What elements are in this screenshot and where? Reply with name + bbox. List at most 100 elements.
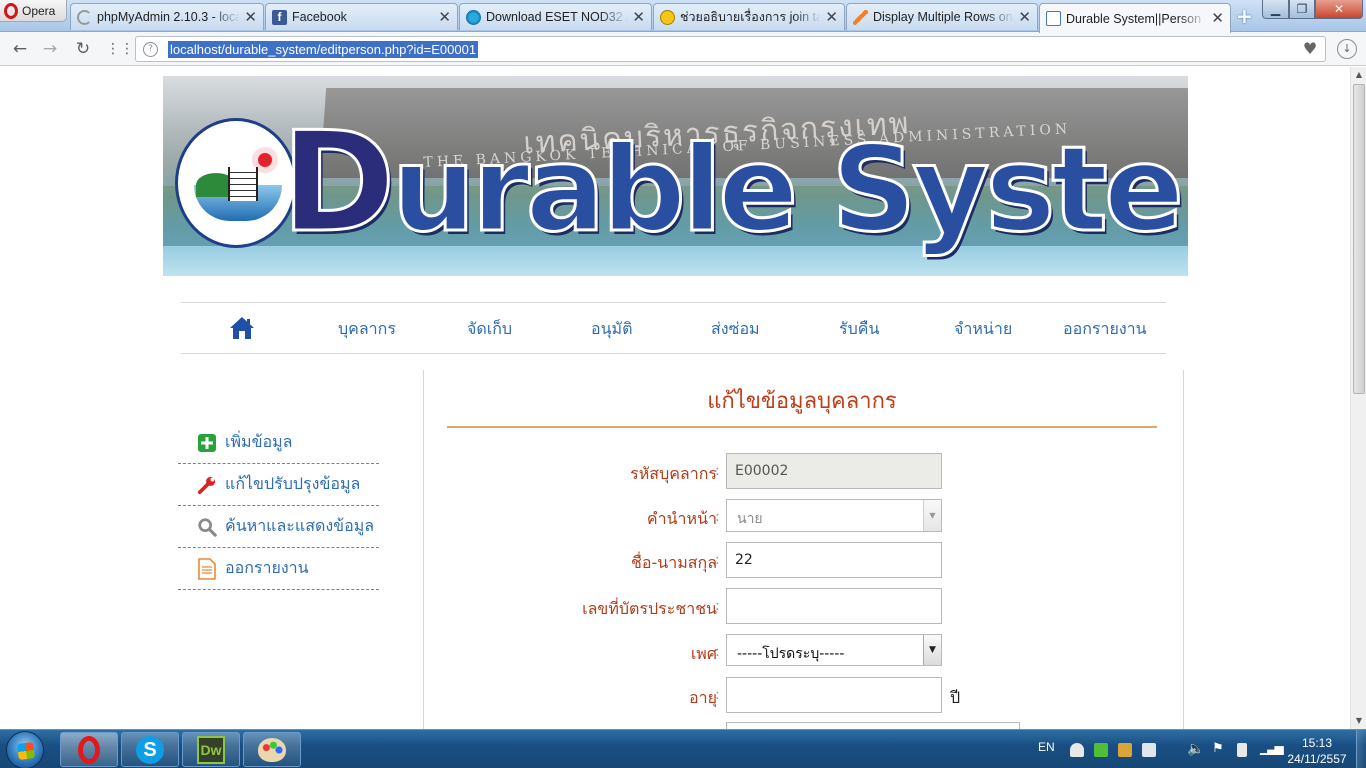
sidebar-item-report[interactable]: ออกรายงาน xyxy=(178,548,379,590)
window-close-icon[interactable]: ✕ xyxy=(1315,0,1363,19)
tray-device-icon[interactable] xyxy=(1142,743,1156,757)
sidebar-item-search[interactable]: ค้นหาและแสดงข้อมูล xyxy=(178,506,379,548)
next-field-partial[interactable] xyxy=(726,722,1020,729)
sidebar-item-add[interactable]: เพิ่มข้อมูล xyxy=(178,422,379,464)
age-input[interactable] xyxy=(726,677,942,713)
tab-phpmyadmin[interactable]: phpMyAdmin 2.10.3 - localhost ✕ xyxy=(70,3,264,30)
paint-icon xyxy=(258,737,286,762)
sidebar-item-label: ออกรายงาน xyxy=(225,558,309,577)
facebook-icon: f xyxy=(272,9,287,25)
id-card-input[interactable] xyxy=(726,588,942,624)
eset-icon xyxy=(466,9,481,25)
close-icon[interactable]: ✕ xyxy=(438,10,451,25)
menu-item-approve[interactable]: อนุมัติ xyxy=(591,317,632,342)
address-bar[interactable]: ? localhost/durable_system/editperson.ph… xyxy=(135,36,1326,62)
taskbar-opera[interactable] xyxy=(60,732,118,767)
tab-durable-system[interactable]: Durable System||Person ✕ xyxy=(1039,3,1231,33)
browser-toolbar: ← → ↻ ⋮⋮ ? localhost/durable_system/edit… xyxy=(0,32,1366,66)
menu-item-report[interactable]: ออกรายงาน xyxy=(1063,317,1147,342)
new-tab-plus-icon[interactable]: + xyxy=(1236,6,1253,26)
banner-title-rest: urable System xyxy=(390,120,1188,258)
gender-select-value: -----โปรดระบุ----- xyxy=(737,646,845,662)
dreamweaver-icon: Dw xyxy=(197,735,225,764)
speed-dial-grid-icon[interactable]: ⋮⋮ xyxy=(106,39,134,59)
close-icon[interactable]: ✕ xyxy=(825,10,838,25)
age-unit: ปี xyxy=(950,688,961,707)
tray-security-icon[interactable] xyxy=(1094,743,1108,757)
taskbar-skype[interactable]: S xyxy=(121,732,179,767)
opera-icon xyxy=(78,735,100,764)
site-info-icon[interactable]: ? xyxy=(143,42,158,57)
download-icon[interactable]: ↓ xyxy=(1337,39,1357,59)
colon: : xyxy=(715,552,720,568)
reload-icon[interactable]: ↻ xyxy=(73,39,93,59)
banner-title-first-letter: D xyxy=(280,102,398,263)
tab-join-table[interactable]: ช่วยอธิบายเรื่องการ join table ✕ xyxy=(653,3,845,30)
loading-spinner-icon xyxy=(77,9,92,25)
id-card-label: เลขที่บัตรประชาชน xyxy=(582,599,717,618)
language-indicator[interactable]: EN xyxy=(1038,740,1055,754)
content-divider-right xyxy=(1183,370,1184,729)
sidebar-item-edit[interactable]: แก้ไขปรับปรุงข้อมูล xyxy=(178,464,379,506)
form-title-underline xyxy=(447,426,1157,428)
colon: : xyxy=(715,644,720,660)
signal-icon[interactable]: ▁▃▅ xyxy=(1260,741,1284,755)
clock-time: 15:13 xyxy=(1301,736,1333,750)
tray-network-tool-icon[interactable] xyxy=(1118,743,1132,757)
heart-bookmark-icon[interactable]: ♥ xyxy=(1299,39,1321,59)
menu-item-storage[interactable]: จัดเก็บ xyxy=(467,317,512,342)
show-desktop-button[interactable] xyxy=(1356,730,1366,768)
close-icon[interactable]: ✕ xyxy=(1211,11,1224,26)
smiley-icon xyxy=(660,9,675,25)
minimize-icon[interactable]: ▁ xyxy=(1262,0,1289,19)
battery-icon[interactable] xyxy=(1237,743,1247,757)
close-icon[interactable]: ✕ xyxy=(1018,10,1031,25)
start-button[interactable] xyxy=(6,731,44,768)
menu-item-personnel[interactable]: บุคลากร xyxy=(338,317,396,342)
fullname-label: ชื่อ-นามสกุล xyxy=(631,553,717,572)
colon: : xyxy=(715,598,720,614)
maximize-icon[interactable]: ❐ xyxy=(1289,0,1315,19)
tab-facebook[interactable]: f Facebook ✕ xyxy=(265,3,458,30)
close-icon[interactable]: ✕ xyxy=(244,10,257,25)
search-icon xyxy=(197,517,217,537)
banner-title: Durable System xyxy=(280,112,1188,253)
tab-eset[interactable]: Download ESET NOD32 Antivirus ✕ xyxy=(459,3,652,30)
gender-select[interactable]: -----โปรดระบุ----- ▼ xyxy=(726,634,942,666)
person-id-label: รหัสบุคลากร xyxy=(630,464,717,483)
scroll-up-arrow-icon[interactable]: ▲ xyxy=(1351,67,1366,83)
menu-item-repair[interactable]: ส่งซ่อม xyxy=(711,317,760,342)
home-icon[interactable] xyxy=(229,316,255,340)
sidebar-item-label: ค้นหาและแสดงข้อมูล xyxy=(225,516,375,535)
tray-app-icon[interactable] xyxy=(1070,743,1084,757)
page-scrollbar[interactable]: ▲ ▼ xyxy=(1350,67,1366,729)
content-divider-left xyxy=(423,370,424,729)
tab-title: Durable System||Person xyxy=(1066,11,1202,26)
taskbar-dreamweaver[interactable]: Dw xyxy=(182,732,240,767)
sidebar-item-label: แก้ไขปรับปรุงข้อมูล xyxy=(225,474,361,493)
prefix-select[interactable]: นาย ▼ xyxy=(726,499,942,532)
form-row-gender: เพศ : -----โปรดระบุ----- ▼ xyxy=(447,634,1147,670)
form-row-person-id: รหัสบุคลากร : E00002 xyxy=(447,453,1147,489)
forward-arrow-icon[interactable]: → xyxy=(40,39,60,59)
menu-item-return[interactable]: รับคืน xyxy=(839,317,879,342)
scroll-thumb[interactable] xyxy=(1353,84,1365,394)
action-center-flag-icon[interactable]: ⚑ xyxy=(1212,740,1224,756)
tab-title: phpMyAdmin 2.10.3 - localhost xyxy=(97,10,241,24)
tab-multiple-rows[interactable]: Display Multiple Rows on One ✕ xyxy=(846,3,1038,30)
taskbar-paint[interactable] xyxy=(243,732,301,767)
fullname-input[interactable]: 22 xyxy=(726,542,942,578)
back-arrow-icon[interactable]: ← xyxy=(10,39,30,59)
url-text[interactable]: localhost/durable_system/editperson.php?… xyxy=(168,41,479,58)
person-id-field[interactable]: E00002 xyxy=(726,453,942,489)
system-clock[interactable]: 15:13 24/11/2557 xyxy=(1282,735,1352,767)
close-icon[interactable]: ✕ xyxy=(632,10,645,25)
volume-icon[interactable]: 🔈 xyxy=(1187,740,1204,757)
menu-item-dispose[interactable]: จำหน่าย xyxy=(954,317,1012,342)
clock-date: 24/11/2557 xyxy=(1287,752,1347,766)
browser-tab-strip: Opera phpMyAdmin 2.10.3 - localhost ✕ f … xyxy=(0,0,1366,33)
form-row-id-card: เลขที่บัตรประชาชน : xyxy=(447,588,1147,624)
prefix-select-value: นาย xyxy=(737,511,763,527)
scroll-down-arrow-icon[interactable]: ▼ xyxy=(1351,713,1366,729)
opera-menu-button[interactable]: Opera xyxy=(0,0,67,22)
